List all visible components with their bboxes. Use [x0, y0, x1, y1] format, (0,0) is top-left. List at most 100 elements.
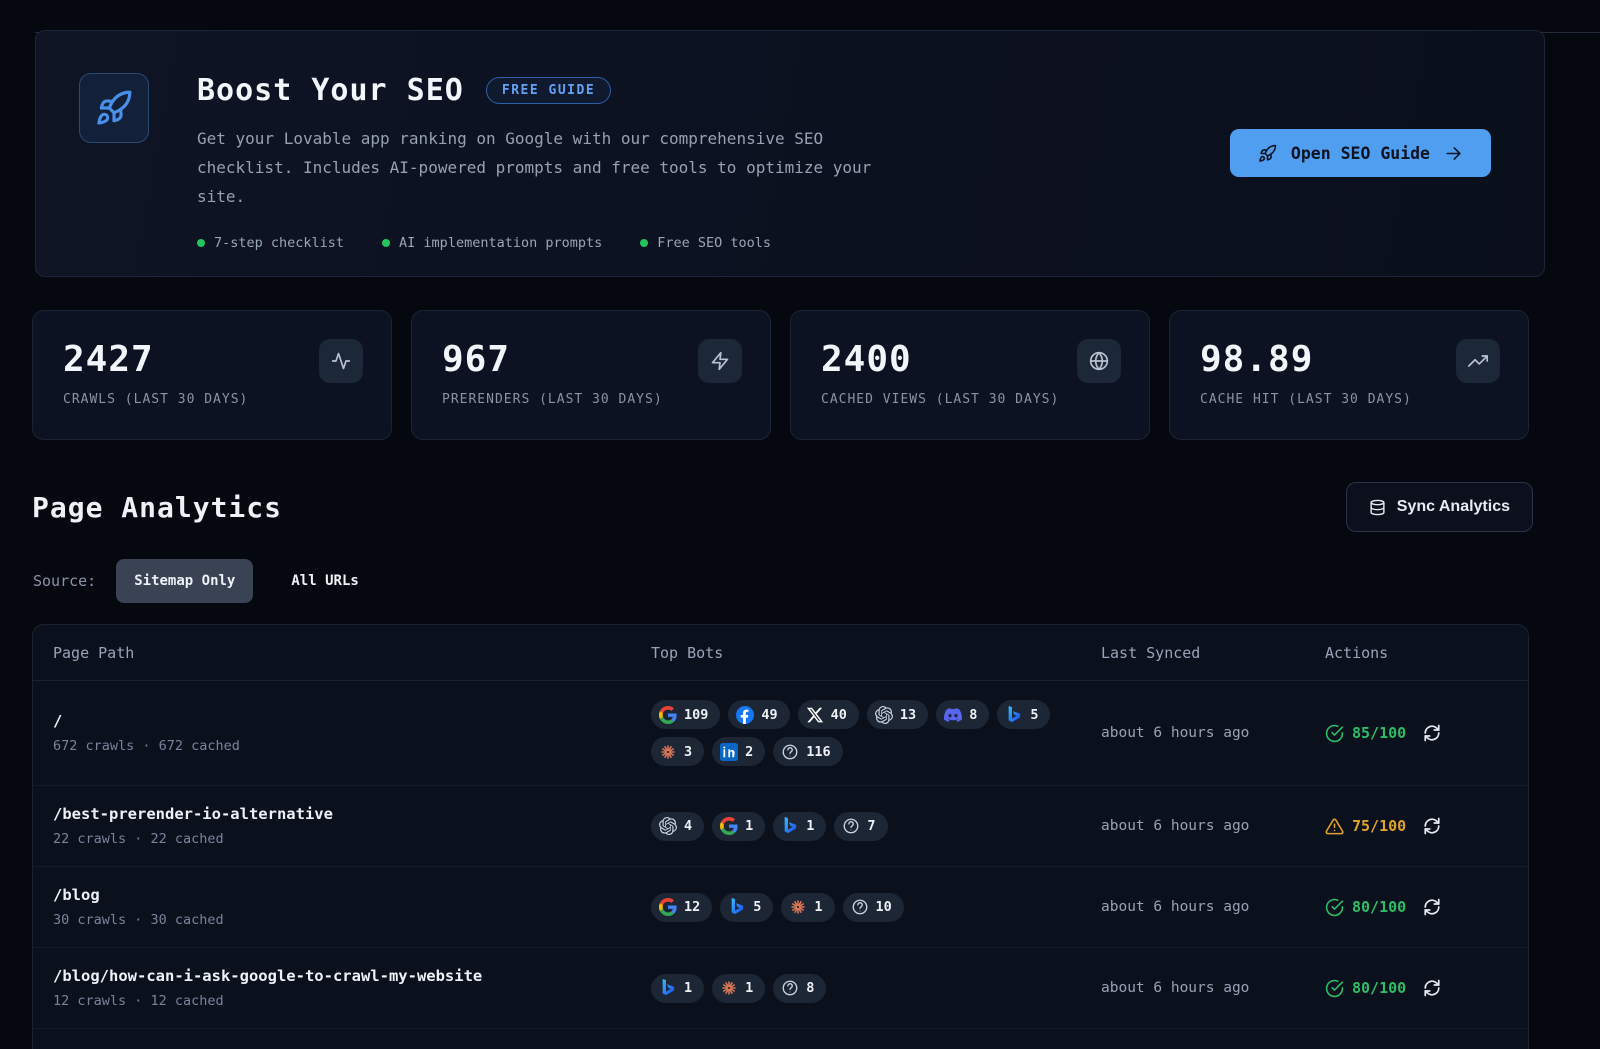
table-row[interactable]: / 672 crawls · 672 cached 109 49 40 — [33, 681, 1528, 786]
bot-count: 1 — [806, 818, 814, 834]
stat-label: CACHE HIT (LAST 30 DAYS) — [1200, 392, 1528, 407]
score-value: 75/100 — [1352, 817, 1406, 835]
refresh-icon — [1423, 898, 1441, 916]
seo-score: 85/100 — [1325, 724, 1406, 743]
bot-pill-bing: 5 — [997, 700, 1050, 729]
bot-count: 3 — [684, 744, 692, 760]
bot-pill-unknown: 10 — [843, 893, 904, 922]
column-header-last-synced: Last Synced — [1101, 644, 1325, 662]
bot-count: 5 — [753, 899, 761, 915]
open-seo-guide-label: Open SEO Guide — [1291, 144, 1430, 163]
seo-score: 80/100 — [1325, 979, 1406, 998]
feature-label: 7-step checklist — [214, 235, 344, 251]
feature-item: Free SEO tools — [640, 235, 771, 251]
bot-pill-unknown: 8 — [773, 974, 826, 1003]
green-dot-icon — [640, 239, 648, 247]
bot-count: 12 — [684, 899, 700, 915]
table-row[interactable]: /best-prerender-io-alternative 22 crawls… — [33, 786, 1528, 867]
stat-card: 2400 CACHED VIEWS (LAST 30 DAYS) — [790, 310, 1150, 440]
banner-title: Boost Your SEO — [197, 73, 464, 108]
unknown-icon — [781, 979, 799, 997]
page-title: Page Analytics — [32, 491, 282, 524]
linkedin-icon — [720, 743, 738, 761]
bot-pill-claude: 1 — [781, 893, 834, 922]
table-row[interactable]: /blog/how-can-i-ask-google-to-crawl-my-w… — [33, 948, 1528, 1029]
bot-pill-claude: 3 — [651, 737, 704, 766]
sync-analytics-button[interactable]: Sync Analytics — [1346, 482, 1533, 532]
page-path-meta: 12 crawls · 12 cached — [53, 993, 651, 1009]
claude-icon — [659, 743, 677, 761]
actions-cell: 75/100 — [1325, 817, 1508, 836]
unknown-icon — [842, 817, 860, 835]
last-synced: about 6 hours ago — [1101, 725, 1325, 741]
open-seo-guide-button[interactable]: Open SEO Guide — [1230, 129, 1491, 177]
bot-pill-openai: 13 — [867, 700, 928, 729]
sync-analytics-label: Sync Analytics — [1397, 498, 1510, 516]
actions-cell: 80/100 — [1325, 898, 1508, 917]
bot-pill-bing: 1 — [651, 974, 704, 1003]
source-label: Source: — [33, 572, 96, 590]
google-icon — [659, 898, 677, 916]
refresh-button[interactable] — [1423, 724, 1441, 742]
bot-pill-bing: 1 — [773, 812, 826, 841]
page-analytics-table: Page Path Top Bots Last Synced Actions /… — [32, 624, 1529, 1049]
bot-count: 1 — [745, 980, 753, 996]
page-path-meta: 22 crawls · 22 cached — [53, 831, 651, 847]
claude-icon — [720, 979, 738, 997]
bot-pill-openai: 4 — [651, 812, 704, 841]
bing-icon — [659, 979, 677, 997]
bot-pill-google: 12 — [651, 893, 712, 922]
score-value: 85/100 — [1352, 724, 1406, 742]
actions-cell: 85/100 — [1325, 724, 1508, 743]
score-value: 80/100 — [1352, 898, 1406, 916]
bot-count: 40 — [831, 707, 847, 723]
banner-description: Get your Lovable app ranking on Google w… — [197, 124, 927, 211]
last-synced: about 6 hours ago — [1101, 899, 1325, 915]
database-icon — [1369, 499, 1386, 516]
rocket-icon — [79, 73, 149, 143]
score-value: 80/100 — [1352, 979, 1406, 997]
google-icon — [720, 817, 738, 835]
feature-label: Free SEO tools — [657, 235, 771, 251]
feature-item: AI implementation prompts — [382, 235, 602, 251]
bot-pill-facebook: 49 — [728, 700, 789, 729]
discord-icon — [944, 706, 962, 724]
bot-pill-discord: 8 — [936, 700, 989, 729]
bot-count: 1 — [745, 818, 753, 834]
check-circle-icon — [1325, 898, 1344, 917]
alert-triangle-icon — [1325, 817, 1344, 836]
google-icon — [659, 706, 677, 724]
top-bots-cell: 1 1 8 — [651, 974, 1053, 1003]
stat-card: 98.89 CACHE HIT (LAST 30 DAYS) — [1169, 310, 1529, 440]
green-dot-icon — [382, 239, 390, 247]
bot-count: 5 — [1030, 707, 1038, 723]
x-icon — [806, 706, 824, 724]
bot-pill-unknown: 116 — [773, 737, 842, 766]
bot-pill-x: 40 — [798, 700, 859, 729]
source-option-sitemap-only[interactable]: Sitemap Only — [116, 559, 253, 603]
bot-count: 4 — [684, 818, 692, 834]
last-synced: about 6 hours ago — [1101, 818, 1325, 834]
bot-count: 8 — [969, 707, 977, 723]
bot-count: 109 — [684, 707, 708, 723]
seo-score: 80/100 — [1325, 898, 1406, 917]
stats-row: 2427 CRAWLS (LAST 30 DAYS) 967 PRERENDER… — [32, 310, 1529, 440]
refresh-button[interactable] — [1423, 979, 1441, 997]
stat-card: 2427 CRAWLS (LAST 30 DAYS) — [32, 310, 392, 440]
table-row[interactable]: /blog 30 crawls · 30 cached 12 5 1 — [33, 867, 1528, 948]
bot-pill-bing: 5 — [720, 893, 773, 922]
top-bots-cell: 4 1 1 7 — [651, 812, 1053, 841]
page-path-meta: 672 crawls · 672 cached — [53, 738, 651, 754]
bot-count: 7 — [867, 818, 875, 834]
globe-icon — [1077, 339, 1121, 383]
refresh-button[interactable] — [1423, 817, 1441, 835]
seo-promo-banner: Boost Your SEO FREE GUIDE Get your Lovab… — [35, 30, 1545, 277]
top-bots-cell: 109 49 40 13 8 — [651, 700, 1053, 766]
column-header-page-path: Page Path — [53, 644, 651, 662]
source-option-all-urls[interactable]: All URLs — [273, 559, 376, 603]
table-header: Page Path Top Bots Last Synced Actions — [33, 625, 1528, 681]
unknown-icon — [851, 898, 869, 916]
last-synced: about 6 hours ago — [1101, 980, 1325, 996]
openai-icon — [659, 817, 677, 835]
refresh-button[interactable] — [1423, 898, 1441, 916]
